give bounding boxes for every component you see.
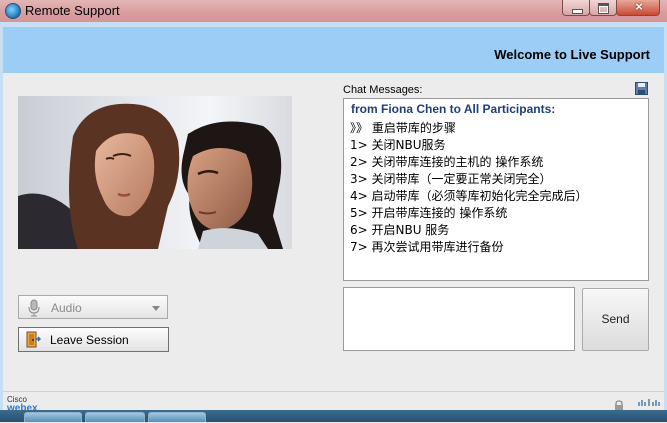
chat-message-line: 3> 关闭带库（一定要正常关闭完全） (350, 172, 552, 186)
close-icon: × (635, 0, 643, 14)
support-photo (18, 96, 292, 249)
chat-messages-label: Chat Messages: (343, 84, 423, 96)
chat-message-line: 1> 关闭NBU服务 (350, 138, 446, 152)
send-button[interactable]: Send (582, 288, 649, 351)
microphone-icon (28, 299, 40, 317)
taskbar-button[interactable] (148, 412, 206, 422)
save-icon[interactable] (635, 82, 648, 95)
taskbar-button[interactable] (85, 412, 145, 422)
maximize-button[interactable] (589, 0, 617, 16)
door-exit-icon (26, 331, 41, 348)
chat-input[interactable] (343, 287, 575, 351)
leave-session-button[interactable]: Leave Session (18, 327, 169, 352)
chat-message-line: 5> 开启带库连接的 操作系统 (350, 206, 508, 220)
leave-session-label: Leave Session (50, 333, 129, 347)
taskbar-button[interactable] (24, 412, 82, 422)
dropdown-arrow-icon (152, 306, 160, 311)
chat-messages-panel[interactable]: from Fiona Chen to All Participants: 》》 … (343, 98, 649, 281)
audio-label: Audio (51, 301, 82, 315)
chat-message-line: 》》 重启带库的步骤 (350, 121, 456, 135)
chat-message-line: 6> 开启NBU 服务 (350, 223, 450, 237)
minimize-button[interactable] (562, 0, 590, 16)
header-banner: Welcome to Live Support (3, 27, 664, 73)
chat-sender: from Fiona Chen to All Participants: (351, 102, 556, 116)
welcome-heading: Welcome to Live Support (494, 47, 650, 62)
app-icon (5, 3, 21, 19)
chat-message-line: 2> 关闭带库连接的主机的 操作系统 (350, 155, 544, 169)
chat-message-line: 7> 再次尝试用带库进行备份 (350, 240, 504, 254)
close-button[interactable]: × (616, 0, 660, 16)
window-title: Remote Support (25, 3, 120, 18)
title-bar[interactable]: Remote Support × (0, 0, 667, 23)
chat-message-line: 4> 启动带库（必须等库初始化完全完成后） (350, 189, 588, 203)
audio-dropdown[interactable]: Audio (18, 295, 168, 319)
cisco-logo-icon (638, 399, 660, 406)
